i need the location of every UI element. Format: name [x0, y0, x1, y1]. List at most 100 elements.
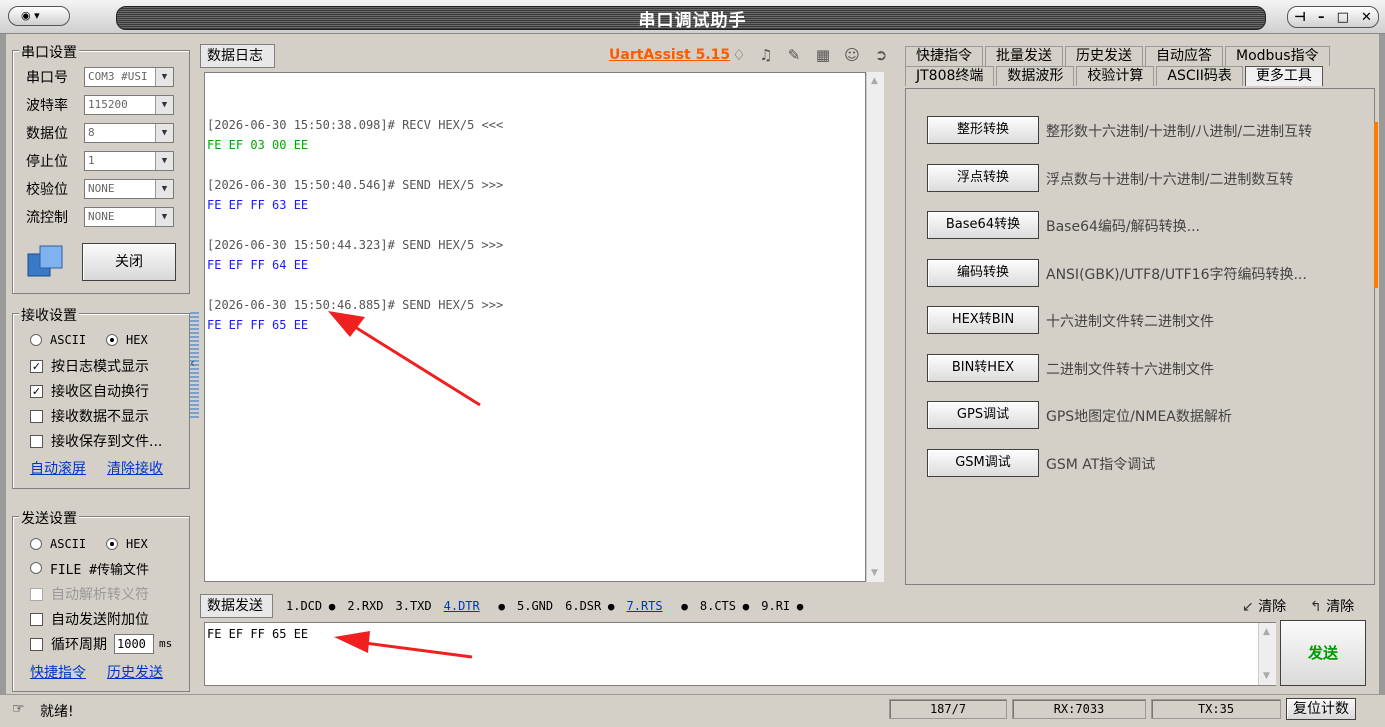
tab-tabs_row2-3[interactable]: ASCII码表	[1156, 66, 1243, 86]
send-file-label: FILE #传输文件	[50, 562, 149, 578]
clear-all-button[interactable]: ↰ 清除	[1310, 596, 1354, 616]
serial-field-label: 串口号	[26, 70, 68, 86]
signal-indicator[interactable]: 7.RTS ●	[627, 599, 688, 613]
checkbox-icon	[30, 409, 43, 423]
serial-field-label: 数据位	[26, 126, 68, 142]
panel-accent-bar	[1374, 122, 1378, 288]
edit-icon[interactable]: ✎	[785, 46, 803, 64]
bell-icon[interactable]: ♫	[757, 46, 775, 64]
serial-field-value: 115200	[88, 98, 128, 111]
status-bar: ☞ 就绪! 187/7 RX:7033 TX:35 复位计数	[0, 694, 1385, 727]
clear-send-button[interactable]: ↙ 清除	[1242, 596, 1286, 616]
receive-log-area[interactable]: [2026-06-30 15:50:38.098]# RECV HEX/5 <<…	[204, 72, 866, 582]
tab-data-log[interactable]: 数据日志	[200, 44, 275, 68]
chevron-down-icon[interactable]: ▼	[155, 208, 173, 226]
append-bits-checkbox[interactable]: 自动发送附加位	[30, 609, 149, 629]
signal-dot-icon: ●	[736, 600, 750, 613]
tool-description: GPS地图定位/NMEA数据解析	[1046, 409, 1232, 425]
signal-indicator: 8.CTS ●	[700, 599, 749, 613]
chevron-down-icon[interactable]: ▼	[155, 68, 173, 86]
tab-tabs_row2-2[interactable]: 校验计算	[1076, 66, 1155, 86]
tab-data-send[interactable]: 数据发送	[200, 594, 273, 618]
shortcut-commands-link[interactable]: 快捷指令	[30, 662, 86, 682]
tab-tabs_row1-0[interactable]: 快捷指令	[905, 46, 983, 66]
cycle-checkbox[interactable]: 循环周期	[30, 634, 107, 654]
calculator-icon[interactable]: ▦	[814, 46, 832, 64]
signal-bar: 1.DCD ● 2.RXD 3.TXD 4.DTR ● 5.GND 6.DSR ● 7.RT…	[286, 594, 815, 618]
auto-scroll-link[interactable]: 自动滚屏	[30, 458, 86, 478]
scroll-down-icon[interactable]: ▼	[1263, 671, 1270, 681]
tool-button[interactable]: Base64转换	[927, 211, 1039, 239]
panel-collapse-handle[interactable]: ‹	[190, 312, 199, 420]
diamond-icon[interactable]: ♢	[730, 46, 748, 64]
brand-link[interactable]: UartAssist 5.15	[609, 47, 730, 63]
signal-label[interactable]: 4.DTR	[444, 599, 480, 613]
tab-tabs_row2-4[interactable]: 更多工具	[1244, 66, 1323, 86]
chevron-down-icon[interactable]: ▼	[155, 152, 173, 170]
checkbox-icon	[30, 637, 43, 651]
scroll-up-icon[interactable]: ▲	[1263, 627, 1270, 637]
tab-tabs_row1-4[interactable]: Modbus指令	[1225, 46, 1330, 66]
cycle-period-input[interactable]: 1000	[114, 634, 154, 654]
tool-button[interactable]: GPS调试	[927, 401, 1039, 429]
tool-button[interactable]: GSM调试	[927, 448, 1039, 477]
recv-option-checkbox[interactable]: ✓ 按日志模式显示	[30, 356, 149, 376]
frame-left	[0, 34, 6, 694]
log-scrollbar[interactable]: ▲ ▼	[866, 72, 884, 582]
chevron-down-icon[interactable]: ▼	[155, 124, 173, 142]
port-status-icon	[26, 244, 66, 280]
close-port-button[interactable]: 关闭	[82, 243, 176, 281]
reset-count-button[interactable]: 复位计数	[1286, 698, 1356, 720]
tool-button[interactable]: HEX转BIN	[927, 306, 1039, 334]
signal-indicator[interactable]: 4.DTR ●	[444, 599, 505, 613]
signal-dot-icon: ●	[322, 600, 336, 613]
auto-parse-checkbox: 自动解析转义符	[30, 584, 149, 604]
send-hex-radio[interactable]: HEX	[106, 534, 148, 554]
recv-option-checkbox[interactable]: ✓ 接收区自动换行	[30, 381, 149, 401]
tool-button[interactable]: 浮点转换	[927, 163, 1039, 192]
serial-field-select[interactable]: 115200 ▼	[84, 95, 174, 115]
pin-icon[interactable]: ⊣	[1294, 10, 1306, 25]
serial-field-select[interactable]: 1 ▼	[84, 151, 174, 171]
send-button[interactable]: 发送	[1280, 620, 1366, 686]
signal-label: 8.CTS	[699, 599, 736, 613]
smiley-icon[interactable]: ☺	[843, 46, 861, 64]
serial-field-select[interactable]: 8 ▼	[84, 123, 174, 143]
arrow-right-circle-icon[interactable]: ➲	[872, 46, 890, 64]
tab-tabs_row1-2[interactable]: 历史发送	[1065, 46, 1143, 66]
recv-hex-radio[interactable]: HEX	[106, 330, 148, 350]
serial-field-select[interactable]: COM3 #USI ▼	[84, 67, 174, 87]
chevron-down-icon[interactable]: ▼	[155, 180, 173, 198]
radio-selected-icon	[106, 334, 118, 346]
annotation-arrow-send	[334, 631, 473, 659]
recv-option-checkbox[interactable]: 接收保存到文件...	[30, 431, 162, 451]
clear-receive-link[interactable]: 清除接收	[107, 458, 163, 478]
chevron-down-icon[interactable]: ▼	[155, 96, 173, 114]
chevron-left-icon: ‹	[190, 356, 195, 370]
history-send-link[interactable]: 历史发送	[107, 662, 163, 682]
scroll-up-icon[interactable]: ▲	[871, 76, 878, 86]
recv-ascii-radio[interactable]: ASCII	[30, 330, 86, 350]
tab-tabs_row1-1[interactable]: 批量发送	[985, 46, 1063, 66]
checkbox-icon	[30, 434, 43, 448]
recv-option-checkbox[interactable]: 接收数据不显示	[30, 406, 149, 426]
send-scrollbar[interactable]: ▲ ▼	[1258, 623, 1276, 685]
signal-label[interactable]: 7.RTS	[627, 599, 663, 613]
maximize-button[interactable]: □	[1337, 10, 1349, 25]
serial-field-select[interactable]: NONE ▼	[84, 207, 174, 227]
serial-field-select[interactable]: NONE ▼	[84, 179, 174, 199]
close-button[interactable]: ✕	[1361, 10, 1372, 25]
send-ascii-radio[interactable]: ASCII	[30, 534, 86, 554]
tool-button[interactable]: 整形转换	[927, 116, 1039, 144]
recv-option-label: 按日志模式显示	[51, 359, 149, 375]
tool-button[interactable]: 编码转换	[927, 258, 1039, 287]
scroll-down-icon[interactable]: ▼	[871, 568, 878, 578]
tab-tabs_row1-3[interactable]: 自动应答	[1145, 46, 1223, 66]
tab-tabs_row2-0[interactable]: JT808终端	[905, 66, 995, 86]
send-file-radio[interactable]: FILE #传输文件	[30, 558, 149, 578]
minimize-button[interactable]: –	[1318, 10, 1325, 25]
tool-button[interactable]: BIN转HEX	[927, 353, 1039, 382]
signal-indicator: 3.TXD	[396, 599, 432, 613]
tab-tabs_row2-1[interactable]: 数据波形	[996, 66, 1075, 86]
